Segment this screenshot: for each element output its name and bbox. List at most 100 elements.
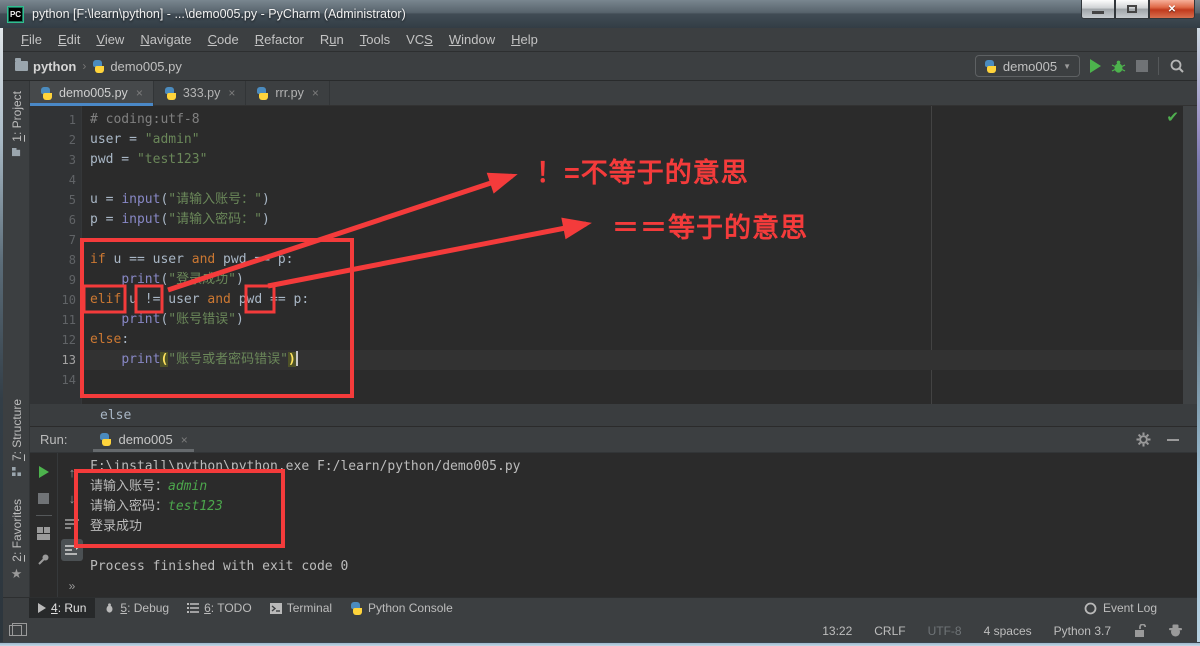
line-number: 9 [68,273,76,287]
menu-item[interactable]: Help [503,32,546,47]
status-interpreter[interactable]: Python 3.7 [1054,624,1111,638]
run-tab[interactable]: demo005 × [93,427,194,452]
status-encoding[interactable]: UTF-8 [928,624,962,638]
status-line-ending[interactable]: CRLF [874,624,905,638]
minimize-panel-icon[interactable] [1167,438,1179,441]
text-cursor [295,351,298,366]
navigation-bar: python › demo005.py demo005 ▼ [3,52,1197,81]
gear-icon[interactable] [1136,432,1151,447]
down-arrow-icon[interactable]: ↓ [58,485,86,511]
soft-wrap-icon[interactable] [58,511,86,537]
sidebar-item-structure[interactable]: 7: Structure [3,399,30,482]
unlock-icon[interactable] [1133,623,1146,638]
run-panel-label: Run: [40,432,68,447]
code-line: 1 # coding:utf-8 [30,110,1183,130]
line-number: 12 [61,333,76,347]
console-line: 请输入密码：test123 [90,499,223,514]
menu-item[interactable]: View [88,32,132,47]
toolwindow-button-bug[interactable]: 5: Debug [95,598,178,618]
python-file-icon [92,59,105,73]
code-line: 10 elif u != user and pwd == p: [30,290,1183,310]
menu-item[interactable]: Window [441,32,503,47]
code-line: 12 else: [30,330,1183,350]
code-line: 6p = input("请输入密码：") [30,210,1183,230]
stop-button[interactable] [1136,60,1148,72]
close-icon[interactable]: × [312,86,319,100]
editor-tab[interactable]: 333.py × [154,81,247,105]
code-line: 5u = input("请输入账号：") [30,190,1183,210]
breadcrumb-project[interactable]: python [15,58,76,74]
debug-icon [106,602,113,613]
event-log-button[interactable]: Event Log [1084,601,1197,615]
restore-layout-button[interactable] [30,520,57,546]
line-number: 7 [68,233,76,247]
menu-item[interactable]: Tools [352,32,398,47]
code-line: 11 print("账号错误") [30,310,1183,330]
console-line: F:\install\python\python.exe F:/learn/py… [90,459,521,474]
search-icon[interactable] [1169,58,1185,74]
close-icon[interactable]: × [181,433,188,447]
code-line: 14 [30,370,1183,390]
toolbar-divider [35,515,52,516]
editor-tab[interactable]: demo005.py × [30,81,154,106]
python-icon [256,86,269,100]
toolbar-separator [1158,57,1159,75]
menu-item[interactable]: Edit [50,32,88,47]
code-line: 7 [30,230,1183,250]
line-number: 11 [61,313,76,327]
breadcrumb-file[interactable]: demo005.py [92,59,182,74]
up-arrow-icon[interactable]: ↑ [58,459,86,485]
line-number: 1 [68,113,76,127]
breadcrumb-separator: › [82,59,87,73]
sidebar-item-favorites[interactable]: 2: Favorites ★ [3,499,30,582]
editor-scrollbar[interactable] [1183,106,1197,404]
rerun-button[interactable] [30,459,57,485]
editor-tab[interactable]: rrr.py × [246,81,330,105]
scroll-to-end-icon[interactable] [61,539,83,561]
python-icon [984,59,997,73]
stop-button[interactable] [30,485,57,511]
folder-icon [15,58,28,71]
run-console[interactable]: F:\install\python\python.exe F:/learn/py… [86,453,1197,597]
code-line: 8 if u == user and pwd == p: [30,250,1183,270]
line-number: 14 [61,373,76,387]
code-editor[interactable]: ✔ 1 # coding:utf-8 2 user = "admin" 3 pwd = "… [30,106,1197,404]
code-line: 3 pwd = "test123" [30,150,1183,170]
minimize-button[interactable] [1081,0,1115,19]
debug-button[interactable] [1111,59,1126,74]
menu-item[interactable]: Navigate [132,32,199,47]
run-configuration-name: demo005 [1002,58,1058,74]
close-icon[interactable]: × [228,86,235,100]
line-number: 2 [68,133,76,147]
hector-icon[interactable] [1168,624,1183,638]
pin-icon[interactable] [30,546,57,572]
menu-item[interactable]: VCS [398,32,441,47]
toolwindow-button-terminal[interactable]: Terminal [261,598,341,618]
status-indent[interactable]: 4 spaces [984,624,1032,638]
line-number: 5 [68,193,76,207]
run-panel: ↑ ↓ » F:\install\python\python.exe F:/le… [30,453,1197,597]
menu-item[interactable]: Run [312,32,352,47]
pycharm-window: PC python [F:\learn\python] - ...\demo00… [0,0,1200,646]
toggle-toolwindows-icon[interactable] [9,623,27,636]
more-icon[interactable]: » [69,579,76,593]
line-number: 4 [68,173,76,187]
maximize-button[interactable] [1115,0,1149,19]
menu-item[interactable]: File [13,32,50,47]
toolwindow-button-python[interactable]: Python Console [341,598,462,618]
sidebar-item-project[interactable]: 1: Project [3,91,30,163]
title-bar[interactable]: PC python [F:\learn\python] - ...\demo00… [0,0,1200,28]
toolwindow-button-play[interactable]: 4: Run [29,598,96,618]
close-button[interactable]: ✕ [1149,0,1195,19]
console-line: 登录成功 [90,519,143,534]
close-icon[interactable]: × [136,86,143,100]
menu-item[interactable]: Code [200,32,247,47]
context-line: else [100,407,132,423]
run-button[interactable] [1090,59,1101,73]
menu-item[interactable]: Refactor [247,32,312,47]
console-line: Process finished with exit code 0 [90,559,349,574]
toolwindow-button-todo[interactable]: 6: TODO [178,598,261,618]
event-log-icon [1084,602,1097,614]
code-line: 13 print("账号或者密码错误") [30,350,1183,370]
run-configuration-select[interactable]: demo005 ▼ [974,55,1080,77]
